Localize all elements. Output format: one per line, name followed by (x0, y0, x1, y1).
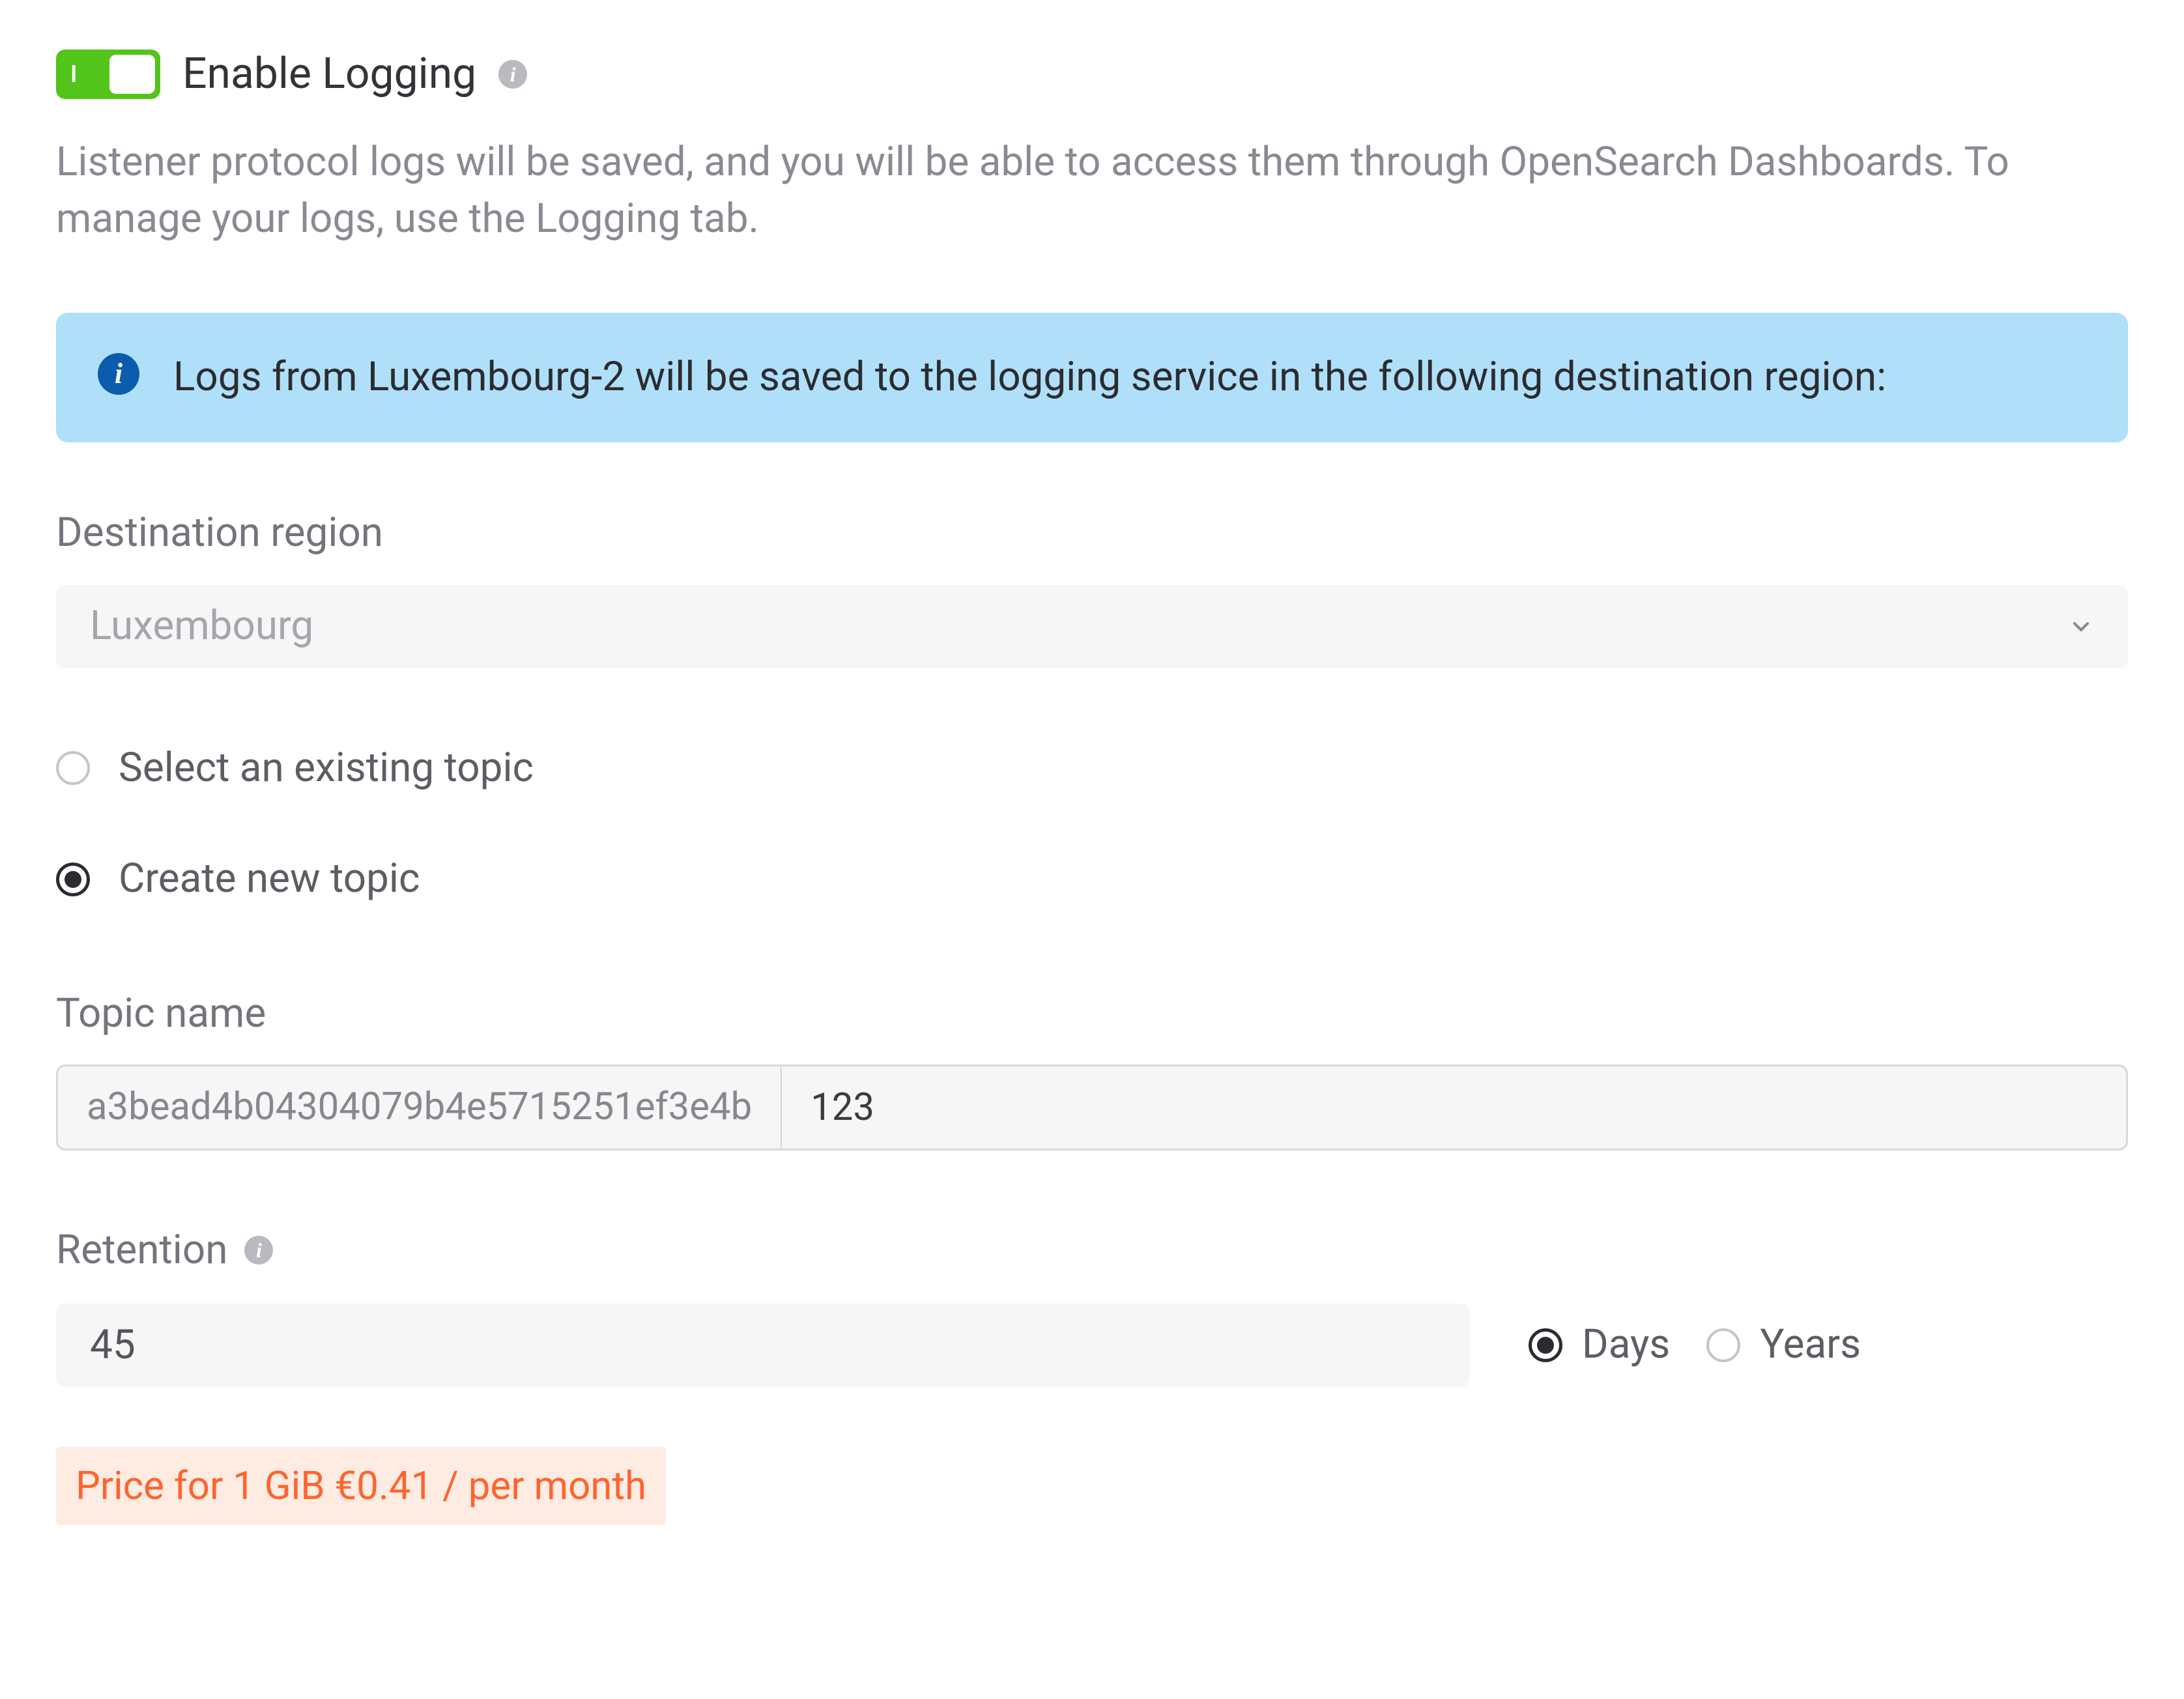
price-tag: Price for 1 GiB €0.41 / per month (56, 1447, 666, 1525)
destination-region-field: Destination region Luxembourg (56, 505, 2128, 668)
chevron-down-icon (2068, 614, 2094, 640)
topic-name-input-wrap: a3bead4b04304079b4e5715251ef3e4b (56, 1064, 2128, 1150)
radio-unchecked-icon (56, 751, 90, 785)
retention-unit-days-label: Days (1582, 1317, 1670, 1373)
toggle-knob (109, 55, 155, 94)
enable-logging-toggle[interactable]: I (56, 50, 160, 99)
radio-unchecked-icon (1706, 1328, 1740, 1362)
logging-settings-panel: I Enable Logging i Listener protocol log… (0, 0, 2184, 1699)
info-icon[interactable]: i (498, 60, 527, 89)
retention-input[interactable] (56, 1304, 1470, 1387)
region-info-banner: i Logs from Luxembourg-2 will be saved t… (56, 313, 2128, 442)
retention-label: Retention (56, 1222, 227, 1279)
destination-region-value: Luxembourg (90, 598, 313, 655)
topic-name-field: Topic name a3bead4b04304079b4e5715251ef3… (56, 986, 2128, 1150)
retention-unit-group: Days Years (1529, 1317, 1861, 1373)
enable-logging-row: I Enable Logging i (56, 44, 2128, 104)
retention-row: Days Years (56, 1304, 2128, 1387)
enable-logging-label: Enable Logging (182, 44, 476, 104)
topic-mode-group: Select an existing topic Create new topi… (56, 740, 2128, 908)
topic-name-label: Topic name (56, 986, 2128, 1042)
topic-mode-existing-label: Select an existing topic (119, 740, 534, 797)
radio-checked-icon (1529, 1328, 1562, 1362)
info-icon[interactable]: i (244, 1236, 273, 1264)
retention-unit-days-option[interactable]: Days (1529, 1317, 1670, 1373)
toggle-on-indicator: I (70, 58, 78, 91)
retention-field: Retention i Days Years (56, 1222, 2128, 1387)
topic-mode-create-label: Create new topic (119, 851, 420, 907)
topic-name-prefix: a3bead4b04304079b4e5715251ef3e4b (58, 1066, 782, 1149)
info-icon: i (98, 353, 139, 395)
topic-mode-create-option[interactable]: Create new topic (56, 851, 2128, 907)
topic-mode-existing-option[interactable]: Select an existing topic (56, 740, 2128, 797)
radio-checked-icon (56, 863, 90, 896)
topic-name-input[interactable] (782, 1066, 2126, 1149)
retention-unit-years-label: Years (1760, 1317, 1861, 1373)
logging-description: Listener protocol logs will be saved, an… (56, 134, 2011, 248)
retention-unit-years-option[interactable]: Years (1706, 1317, 1861, 1373)
destination-region-select[interactable]: Luxembourg (56, 585, 2128, 668)
destination-region-label: Destination region (56, 505, 2128, 562)
banner-text: Logs from Luxembourg-2 will be saved to … (173, 349, 1886, 406)
